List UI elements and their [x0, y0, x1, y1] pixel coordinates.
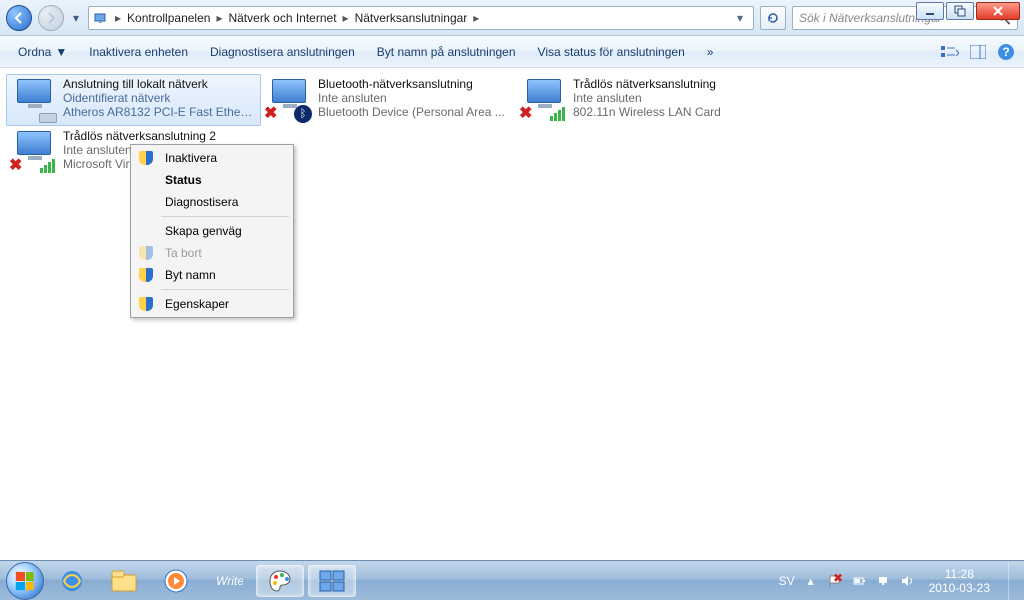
connection-name: Trådlös nätverksanslutning — [573, 77, 766, 91]
connection-device: Bluetooth Device (Personal Area ... — [318, 105, 511, 119]
shield-icon — [139, 151, 153, 165]
rename-connection-button[interactable]: Byt namn på anslutningen — [367, 41, 526, 63]
command-bar: Ordna▼ Inaktivera enheten Diagnostisera … — [0, 36, 1024, 68]
taskbar-mediaplayer-icon[interactable] — [152, 565, 200, 597]
tray-flag-icon[interactable]: ✖ — [827, 573, 843, 589]
content-area: Anslutning till lokalt nätverk Oidentifi… — [0, 68, 1024, 560]
minimize-button[interactable] — [916, 2, 944, 20]
ctx-properties[interactable]: Egenskaper — [133, 293, 291, 315]
system-tray: SV ▴ ✖ 11:28 2010-03-23 — [779, 562, 1018, 600]
taskbar-write-icon[interactable]: Write — [204, 565, 252, 597]
menu-separator — [161, 289, 289, 290]
help-button[interactable]: ? — [996, 42, 1016, 62]
forward-button[interactable] — [38, 5, 64, 31]
tray-show-hidden-icon[interactable]: ▴ — [803, 573, 819, 589]
close-button[interactable] — [976, 2, 1020, 20]
clock[interactable]: 11:28 2010-03-23 — [923, 567, 996, 595]
svg-text:✖: ✖ — [833, 574, 842, 585]
history-dropdown[interactable]: ▾ — [70, 9, 82, 27]
address-dropdown[interactable]: ▾ — [731, 9, 749, 27]
network-adapter-icon: ✖ᛒ — [266, 77, 310, 121]
connection-item-bluetooth[interactable]: ✖ᛒ Bluetooth-nätverksanslutning Inte ans… — [261, 74, 516, 126]
more-commands[interactable]: » — [697, 41, 724, 63]
chevron-right-icon[interactable]: ▸ — [341, 11, 351, 25]
clock-date: 2010-03-23 — [929, 581, 990, 595]
taskbar-explorer-icon[interactable] — [100, 565, 148, 597]
start-button[interactable] — [6, 562, 44, 600]
connection-device: 802.11n Wireless LAN Card — [573, 105, 766, 119]
chevron-right-icon[interactable]: ▸ — [214, 11, 224, 25]
shield-icon — [139, 246, 153, 260]
ctx-shortcut[interactable]: Skapa genväg — [133, 220, 291, 242]
connection-status: Oidentifierat nätverk — [63, 91, 256, 105]
taskbar-paint-icon[interactable] — [256, 565, 304, 597]
tray-network-icon[interactable] — [875, 573, 891, 589]
address-bar: ▾ ▸ Kontrollpanelen ▸ Nätverk och Intern… — [0, 0, 1024, 36]
connection-name: Anslutning till lokalt nätverk — [63, 77, 256, 91]
disable-device-button[interactable]: Inaktivera enheten — [79, 41, 198, 63]
breadcrumb-item[interactable]: Kontrollpanelen — [127, 11, 210, 25]
language-indicator[interactable]: SV — [779, 574, 795, 588]
connection-device: Atheros AR8132 PCI-E Fast Ethern... — [63, 105, 256, 119]
svg-text:Write: Write — [216, 574, 243, 588]
tray-volume-icon[interactable] — [899, 573, 915, 589]
menu-separator — [161, 216, 289, 217]
ctx-status[interactable]: Status — [133, 169, 291, 191]
taskbar: Write SV ▴ ✖ 11:28 2010-03-23 — [0, 560, 1024, 600]
ctx-rename[interactable]: Byt namn — [133, 264, 291, 286]
shield-icon — [139, 297, 153, 311]
context-menu: Inaktivera Status Diagnostisera Skapa ge… — [130, 144, 294, 318]
show-desktop-button[interactable] — [1008, 562, 1018, 600]
connection-item-wifi[interactable]: ✖ Trådlös nätverksanslutning Inte anslut… — [516, 74, 771, 126]
network-adapter-icon: ✖ — [521, 77, 565, 121]
view-status-button[interactable]: Visa status för anslutningen — [528, 41, 695, 63]
breadcrumb-item[interactable]: Nätverk och Internet — [228, 11, 336, 25]
diagnose-button[interactable]: Diagnostisera anslutningen — [200, 41, 365, 63]
breadcrumb-item[interactable]: Nätverksanslutningar — [355, 11, 468, 25]
network-adapter-icon: ✖ — [11, 129, 55, 173]
chevron-right-icon[interactable]: ▸ — [113, 11, 123, 25]
svg-text:?: ? — [1002, 45, 1009, 59]
connection-status: Inte ansluten — [573, 91, 766, 105]
view-options-button[interactable] — [940, 42, 960, 62]
preview-pane-button[interactable] — [968, 42, 988, 62]
ctx-disable[interactable]: Inaktivera — [133, 147, 291, 169]
chevron-right-icon[interactable]: ▸ — [471, 11, 481, 25]
connection-name: Bluetooth-nätverksanslutning — [318, 77, 511, 91]
connection-status: Inte ansluten — [318, 91, 511, 105]
maximize-button[interactable] — [946, 2, 974, 20]
taskbar-control-panel-icon[interactable] — [308, 565, 356, 597]
tray-battery-icon[interactable] — [851, 573, 867, 589]
breadcrumb-bar[interactable]: ▸ Kontrollpanelen ▸ Nätverk och Internet… — [88, 6, 754, 30]
connection-name: Trådlös nätverksanslutning 2 — [63, 129, 256, 143]
back-button[interactable] — [6, 5, 32, 31]
organize-menu[interactable]: Ordna▼ — [8, 41, 77, 63]
location-icon — [93, 10, 109, 26]
clock-time: 11:28 — [929, 567, 990, 581]
network-adapter-icon — [11, 77, 55, 121]
shield-icon — [139, 268, 153, 282]
ctx-diagnose[interactable]: Diagnostisera — [133, 191, 291, 213]
taskbar-ie-icon[interactable] — [48, 565, 96, 597]
connection-item-lan[interactable]: Anslutning till lokalt nätverk Oidentifi… — [6, 74, 261, 126]
refresh-button[interactable] — [760, 6, 786, 30]
ctx-delete: Ta bort — [133, 242, 291, 264]
window-controls — [916, 0, 1024, 20]
